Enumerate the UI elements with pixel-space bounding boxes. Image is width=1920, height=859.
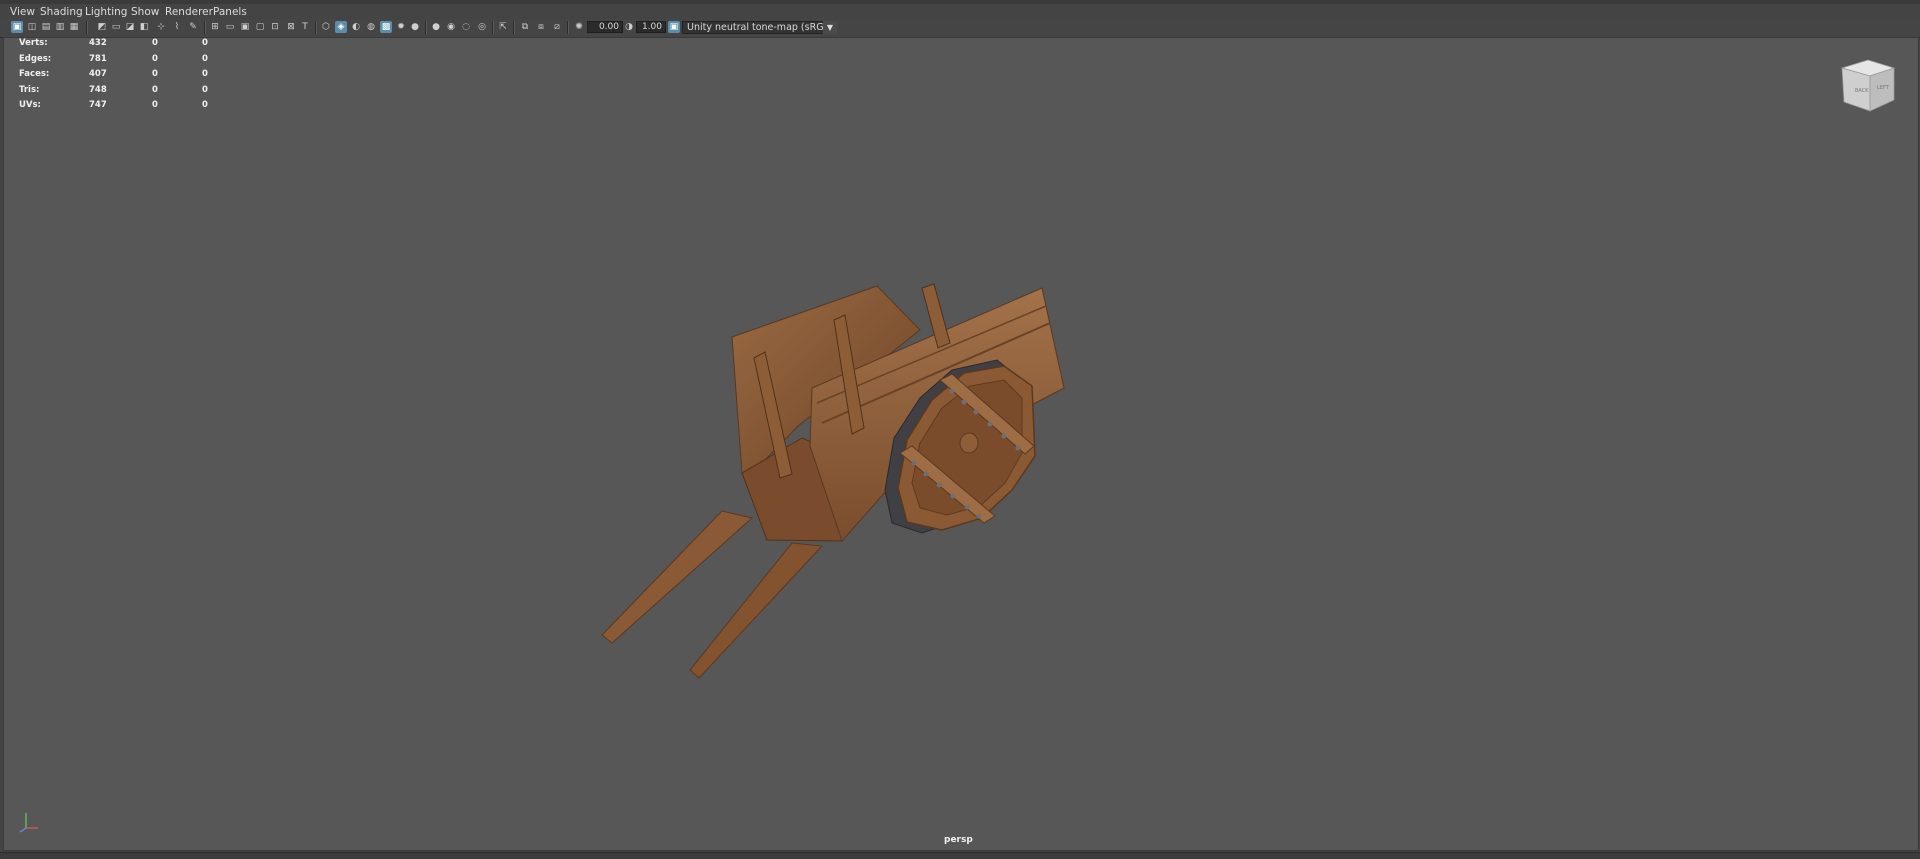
- xray-joints-icon[interactable]: ✹: [395, 21, 407, 33]
- hud-label: Faces:: [19, 69, 50, 79]
- sphere-shade-icon[interactable]: ●: [430, 21, 442, 33]
- smooth-shade-icon[interactable]: ▭: [224, 21, 236, 33]
- toolbar-separator: [513, 21, 515, 34]
- paste-icon[interactable]: ⧈: [535, 21, 547, 33]
- default-material-icon[interactable]: ▣: [239, 21, 251, 33]
- hud-label: Verts:: [19, 38, 48, 48]
- camera-attributes-icon[interactable]: ▤: [40, 21, 52, 33]
- ring-icon[interactable]: ◎: [476, 21, 488, 33]
- select-camera-icon[interactable]: ▣: [11, 21, 23, 33]
- hud-label: UVs:: [19, 100, 41, 110]
- hud-uv-count: 0: [202, 69, 208, 79]
- hud-uv-count: 0: [202, 38, 208, 48]
- cart-handle-right: [689, 542, 824, 679]
- isolate-select-icon[interactable]: ◍: [365, 21, 377, 33]
- gamma-icon[interactable]: ◑: [623, 21, 635, 33]
- grid-icon[interactable]: ◩: [96, 21, 108, 33]
- lighting-sphere-icon[interactable]: ◉: [445, 21, 457, 33]
- hud-row-faces: Faces: 407 0 0: [16, 69, 216, 85]
- hud-object-count: 432: [89, 38, 107, 48]
- xray-icon[interactable]: ▩: [380, 21, 392, 33]
- copy-icon[interactable]: ⧉: [519, 21, 531, 33]
- exposure-icon[interactable]: ✺: [573, 21, 585, 33]
- hud-uv-count: 0: [202, 84, 208, 95]
- menu-show[interactable]: Show: [131, 6, 159, 18]
- viewcube-face-left[interactable]: LEFT: [1877, 85, 1890, 91]
- hud-selected-count: 0: [152, 38, 158, 48]
- toolbar-separator: [425, 21, 427, 34]
- toolbar-separator: [86, 21, 88, 34]
- menu-view[interactable]: View: [10, 6, 35, 18]
- gate-mask-icon[interactable]: ◧: [138, 21, 150, 33]
- hud-object-count: 407: [89, 69, 107, 79]
- film-gate-icon[interactable]: ▭: [110, 21, 122, 33]
- motion-blur-icon[interactable]: ⬡: [320, 21, 332, 33]
- viewcube-face-back[interactable]: BACK: [1855, 88, 1869, 94]
- hud-selected-count: 0: [152, 84, 158, 95]
- hud-row-tris: Tris: 748 0 0: [16, 85, 216, 101]
- hud-row-verts: Verts: 432 0 0: [16, 38, 216, 54]
- bookmarks-icon[interactable]: ▥: [54, 21, 66, 33]
- viewport-toolbar: ▣ ◫ ▤ ▥ ▦ ◩ ▭ ◪ ◧ ⊹ ⌇ ✎ ⊞ ▭ ▣ ▢ ⊡ ⊠ T ⬡ …: [0, 19, 1920, 38]
- lock-camera-icon[interactable]: ◫: [26, 21, 38, 33]
- hud-object-count: 747: [89, 100, 107, 110]
- hud-object-count: 781: [89, 53, 107, 64]
- menu-shading[interactable]: Shading: [40, 6, 83, 18]
- hud-row-edges: Edges: 781 0 0: [16, 54, 216, 70]
- wireframe-icon[interactable]: ⊞: [209, 21, 221, 33]
- hud-label: Edges:: [19, 53, 52, 64]
- exposure-field[interactable]: 0.00: [587, 21, 623, 33]
- pointer-icon[interactable]: ⇱: [497, 21, 509, 33]
- gamma-field[interactable]: 1.00: [636, 21, 666, 33]
- hud-selected-count: 0: [152, 53, 158, 64]
- viewcube[interactable]: BACK LEFT: [1838, 58, 1898, 113]
- safe-title-icon[interactable]: ✎: [187, 21, 199, 33]
- hud-label: Tris:: [19, 84, 40, 95]
- toolbar-separator: [567, 21, 569, 34]
- slash-icon[interactable]: ⧄: [551, 21, 563, 33]
- hud-row-uvs: UVs: 747 0 0: [16, 100, 216, 116]
- color-management-icon[interactable]: ▣: [668, 21, 680, 33]
- backface-culling-icon[interactable]: ●: [409, 21, 421, 33]
- depth-of-field-icon[interactable]: ◐: [350, 21, 362, 33]
- image-plane-icon[interactable]: ▦: [68, 21, 80, 33]
- chevron-down-icon[interactable]: ▼: [823, 21, 837, 34]
- cart-model[interactable]: [602, 278, 1132, 718]
- viewport-panel[interactable]: Verts: 432 0 0 Edges: 781 0 0 Faces: 407…: [3, 37, 1919, 851]
- safe-action-icon[interactable]: ⌇: [171, 21, 183, 33]
- hud-uv-count: 0: [202, 100, 208, 110]
- poly-count-hud: Verts: 432 0 0 Edges: 781 0 0 Faces: 407…: [16, 38, 216, 116]
- menu-renderer[interactable]: Renderer: [165, 6, 213, 18]
- hud-object-count: 748: [89, 84, 107, 95]
- menu-lighting[interactable]: Lighting: [85, 6, 127, 18]
- anti-alias-icon[interactable]: ◈: [335, 21, 347, 33]
- resolution-gate-icon[interactable]: ◪: [124, 21, 136, 33]
- toolbar-separator: [204, 21, 206, 34]
- toolbar-separator: [492, 21, 494, 34]
- shadows-icon[interactable]: ⊠: [285, 21, 297, 33]
- view-transform-dropdown[interactable]: Unity neutral tone-map (sRGB): [682, 21, 837, 34]
- toolbar-separator: [315, 21, 317, 34]
- menu-panels[interactable]: Panels: [213, 6, 247, 18]
- hud-selected-count: 0: [152, 100, 158, 110]
- hud-uv-count: 0: [202, 53, 208, 64]
- textured-icon[interactable]: ▢: [254, 21, 266, 33]
- hud-selected-count: 0: [152, 69, 158, 79]
- field-chart-icon[interactable]: ⊹: [155, 21, 167, 33]
- texture-sphere-icon[interactable]: ◌: [460, 21, 472, 33]
- use-lights-icon[interactable]: ⊡: [269, 21, 281, 33]
- camera-name-label: persp: [944, 835, 973, 845]
- screen-space-ao-icon[interactable]: T: [299, 21, 311, 33]
- axis-indicator-icon: [19, 813, 38, 833]
